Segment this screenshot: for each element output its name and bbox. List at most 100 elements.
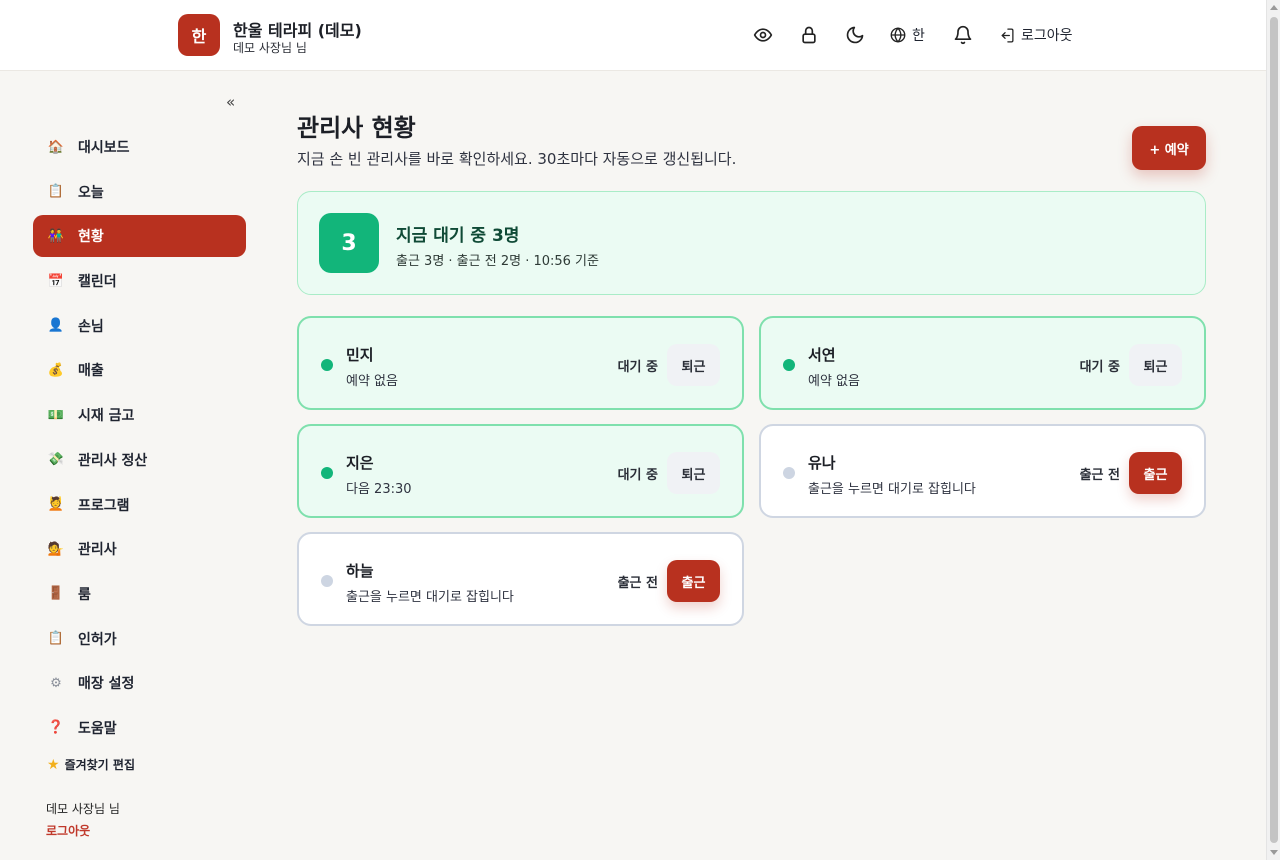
globe-icon [890, 27, 906, 43]
sidebar-item-label: 룸 [78, 586, 91, 603]
therapist-note: 예약 없음 [346, 374, 398, 389]
sidebar-item-permits[interactable]: 📋 인허가 [33, 618, 246, 660]
summary-subtitle: 출근 3명 · 출근 전 2명 · 10:56 기준 [396, 254, 599, 269]
sidebar-item-sales[interactable]: 💰 매출 [33, 349, 246, 391]
clipboard-icon: 📋 [47, 631, 65, 647]
page-scrollbar[interactable] [1266, 0, 1280, 860]
sidebar-item-label: 시재 금고 [78, 408, 135, 425]
sidebar-nav: 🏠 대시보드 📋 오늘 👫 현황 📅 캘린더 👤 손님 💰 매출 💵 시재 금고 💸 관리사 정… [33, 126, 246, 752]
sidebar-item-rooms[interactable]: 🚪 룸 [33, 573, 246, 615]
therapist-name: 서연 [808, 346, 836, 364]
header-logout-label: 로그아웃 [1021, 28, 1073, 44]
clock-out-button[interactable]: 퇴근 [667, 452, 720, 494]
scroll-up-arrow[interactable] [1270, 5, 1278, 10]
status-dot [321, 467, 333, 479]
therapist-card: 민지 예약 없음 대기 중 퇴근 [297, 316, 744, 410]
sidebar-item-customers[interactable]: 👤 손님 [33, 305, 246, 347]
sidebar-collapse-button[interactable]: « [226, 93, 235, 111]
star-icon: ★ [47, 756, 60, 773]
therapist-name: 하늘 [346, 562, 374, 580]
sidebar-item-store-settings[interactable]: ⚙ 매장 설정 [33, 662, 246, 704]
calendar-icon: 📅 [47, 273, 65, 289]
sidebar-item-label: 현황 [78, 229, 104, 246]
scroll-down-arrow[interactable] [1270, 850, 1278, 855]
therapist-status: 출근 전 [1079, 468, 1120, 483]
sidebar-item-label: 관리사 [78, 542, 117, 559]
sidebar-item-help[interactable]: ❓ 도움말 [33, 707, 246, 749]
favorites-edit-label: 즐겨찾기 편집 [64, 758, 135, 772]
massage-icon: 💆 [47, 497, 65, 512]
top-header: 한 한울 테라피 (데모) 데모 사장님 님 한 로그아웃 [0, 0, 1266, 71]
sidebar-item-label: 인허가 [78, 631, 117, 648]
sidebar-item-label: 캘린더 [78, 274, 117, 291]
brand-title: 한울 테라피 (데모) [233, 21, 362, 40]
sidebar-item-label: 대시보드 [78, 140, 130, 156]
header-logout-button[interactable]: 로그아웃 [998, 23, 1073, 47]
therapist-status: 대기 중 [617, 468, 658, 483]
clock-in-button[interactable]: 출근 [667, 560, 720, 602]
language-button[interactable]: 한 [889, 23, 925, 47]
therapist-status: 대기 중 [1079, 360, 1120, 375]
cash-icon: 💵 [47, 407, 65, 423]
eye-icon[interactable] [751, 23, 775, 47]
door-icon: 🚪 [47, 586, 65, 602]
sidebar-user-name: 데모 사장님 님 [46, 802, 120, 816]
sidebar-item-label: 도움말 [78, 720, 117, 737]
lock-icon[interactable] [797, 23, 821, 47]
sidebar-item-label: 매출 [78, 363, 104, 380]
therapist-card: 하늘 출근을 누르면 대기로 잡힙니다 출근 전 출근 [297, 532, 744, 626]
therapist-card: 유나 출근을 누르면 대기로 잡힙니다 출근 전 출근 [759, 424, 1206, 518]
people-icon: 👫 [47, 228, 65, 244]
sidebar-item-today[interactable]: 📋 오늘 [33, 171, 246, 213]
sidebar-item-dashboard[interactable]: 🏠 대시보드 [33, 126, 246, 168]
money-bag-icon: 💰 [47, 362, 65, 378]
therapist-card: 지은 다음 23:30 대기 중 퇴근 [297, 424, 744, 518]
sidebar-item-therapists[interactable]: 💁 관리사 [33, 528, 246, 570]
clipboard-icon: 📋 [47, 184, 65, 200]
moon-icon[interactable] [843, 23, 867, 47]
clock-out-button[interactable]: 퇴근 [667, 344, 720, 386]
new-reservation-button[interactable]: + 예약 [1132, 126, 1206, 170]
favorites-edit-button[interactable]: ★ 즐겨찾기 편집 [47, 756, 135, 773]
money-wings-icon: 💸 [47, 452, 65, 468]
brand-subtitle: 데모 사장님 님 [233, 41, 307, 55]
summary-title: 지금 대기 중 3명 [396, 226, 520, 246]
language-label: 한 [912, 28, 925, 44]
sidebar-item-status[interactable]: 👫 현황 [33, 215, 246, 258]
status-dot [321, 359, 333, 371]
page-description: 지금 손 빈 관리사를 바로 확인하세요. 30초마다 자동으로 갱신됩니다. [297, 150, 737, 168]
therapist-note: 출근을 누르면 대기로 잡힙니다 [346, 590, 514, 605]
person-icon: 👤 [47, 318, 65, 334]
status-dot [783, 467, 795, 479]
bell-icon[interactable] [951, 23, 975, 47]
staff-icon: 💁 [47, 541, 65, 557]
therapist-status: 출근 전 [617, 576, 658, 591]
clock-in-button[interactable]: 출근 [1129, 452, 1182, 494]
brand-logo: 한 [178, 14, 220, 56]
status-dot [783, 359, 795, 371]
clock-out-button[interactable]: 퇴근 [1129, 344, 1182, 386]
waiting-summary-banner: 3 지금 대기 중 3명 출근 3명 · 출근 전 2명 · 10:56 기준 [297, 191, 1206, 295]
therapist-note: 출근을 누르면 대기로 잡힙니다 [808, 482, 976, 497]
therapist-name: 민지 [346, 346, 374, 364]
sidebar-item-cash-safe[interactable]: 💵 시재 금고 [33, 394, 246, 436]
therapist-status: 대기 중 [617, 360, 658, 375]
page-title: 관리사 현황 [297, 114, 416, 142]
house-icon: 🏠 [47, 139, 65, 155]
sidebar-item-calendar[interactable]: 📅 캘린더 [33, 260, 246, 302]
sidebar-item-label: 손님 [78, 318, 104, 335]
sidebar-item-label: 매장 설정 [78, 676, 135, 693]
sidebar-logout-link[interactable]: 로그아웃 [46, 822, 90, 839]
scroll-thumb[interactable] [1270, 17, 1278, 843]
therapist-note: 다음 23:30 [346, 482, 412, 497]
sidebar-item-label: 관리사 정산 [78, 452, 148, 469]
sidebar-item-programs[interactable]: 💆 프로그램 [33, 484, 246, 526]
sidebar-item-label: 오늘 [78, 184, 104, 201]
therapist-card: 서연 예약 없음 대기 중 퇴근 [759, 316, 1206, 410]
gear-icon: ⚙ [50, 675, 62, 691]
status-dot [321, 575, 333, 587]
therapist-note: 예약 없음 [808, 374, 860, 389]
waiting-count-badge: 3 [319, 213, 379, 273]
sidebar-item-therapist-settlement[interactable]: 💸 관리사 정산 [33, 439, 246, 481]
question-icon: ❓ [47, 720, 65, 736]
